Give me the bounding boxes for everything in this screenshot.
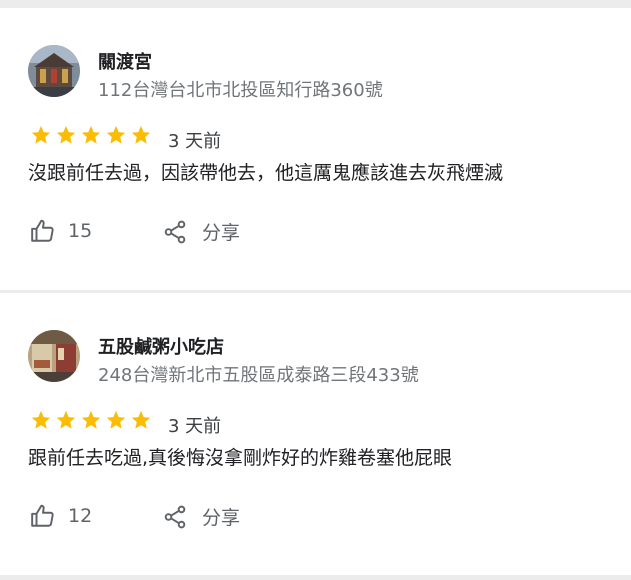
- share-button[interactable]: 分享: [162, 218, 240, 245]
- like-button[interactable]: 12: [30, 503, 92, 529]
- share-button[interactable]: 分享: [162, 503, 240, 530]
- star-icon: [81, 410, 101, 429]
- share-label: 分享: [202, 222, 241, 244]
- star-icon: [56, 125, 76, 144]
- like-count: 15: [68, 220, 93, 242]
- review-text: 沒跟前任去過，因該帶他去，他這厲鬼應該進去灰飛煙滅: [28, 162, 504, 184]
- star-icon: [106, 410, 126, 429]
- star-icon: [56, 410, 76, 429]
- review-card: 五股鹹粥小吃店 248台灣新北市五股區成泰路三段433號 3 天前 跟前任去吃過…: [0, 293, 631, 575]
- place-avatar[interactable]: [28, 330, 80, 382]
- like-button[interactable]: 15: [30, 218, 92, 244]
- share-label: 分享: [202, 507, 241, 529]
- star-icon: [131, 410, 151, 429]
- review-card: 關渡宮 112台灣台北市北投區知行路360號 3 天前 沒跟前任去過，因該帶他去…: [0, 8, 631, 290]
- place-address: 248台灣新北市五股區成泰路三段433號: [98, 365, 419, 386]
- thumb-up-icon: [31, 219, 54, 242]
- review-text: 跟前任去吃過,真後悔沒拿剛炸好的炸雞卷塞他屁眼: [28, 447, 453, 469]
- share-icon: [164, 505, 186, 528]
- star-icon: [31, 125, 51, 144]
- star-icon: [131, 125, 151, 144]
- star-icon: [106, 125, 126, 144]
- place-avatar[interactable]: [28, 45, 80, 97]
- review-time: 3 天前: [168, 416, 222, 437]
- star-icon: [81, 125, 101, 144]
- place-address: 112台灣台北市北投區知行路360號: [98, 80, 383, 101]
- star-icon: [31, 410, 51, 429]
- thumb-up-icon: [31, 504, 54, 527]
- review-time: 3 天前: [168, 131, 222, 152]
- share-icon: [164, 220, 186, 243]
- like-count: 12: [68, 505, 93, 527]
- place-name[interactable]: 關渡宮: [98, 48, 152, 74]
- star-rating: [30, 124, 152, 146]
- place-name[interactable]: 五股鹹粥小吃店: [98, 333, 224, 359]
- star-rating: [30, 409, 152, 431]
